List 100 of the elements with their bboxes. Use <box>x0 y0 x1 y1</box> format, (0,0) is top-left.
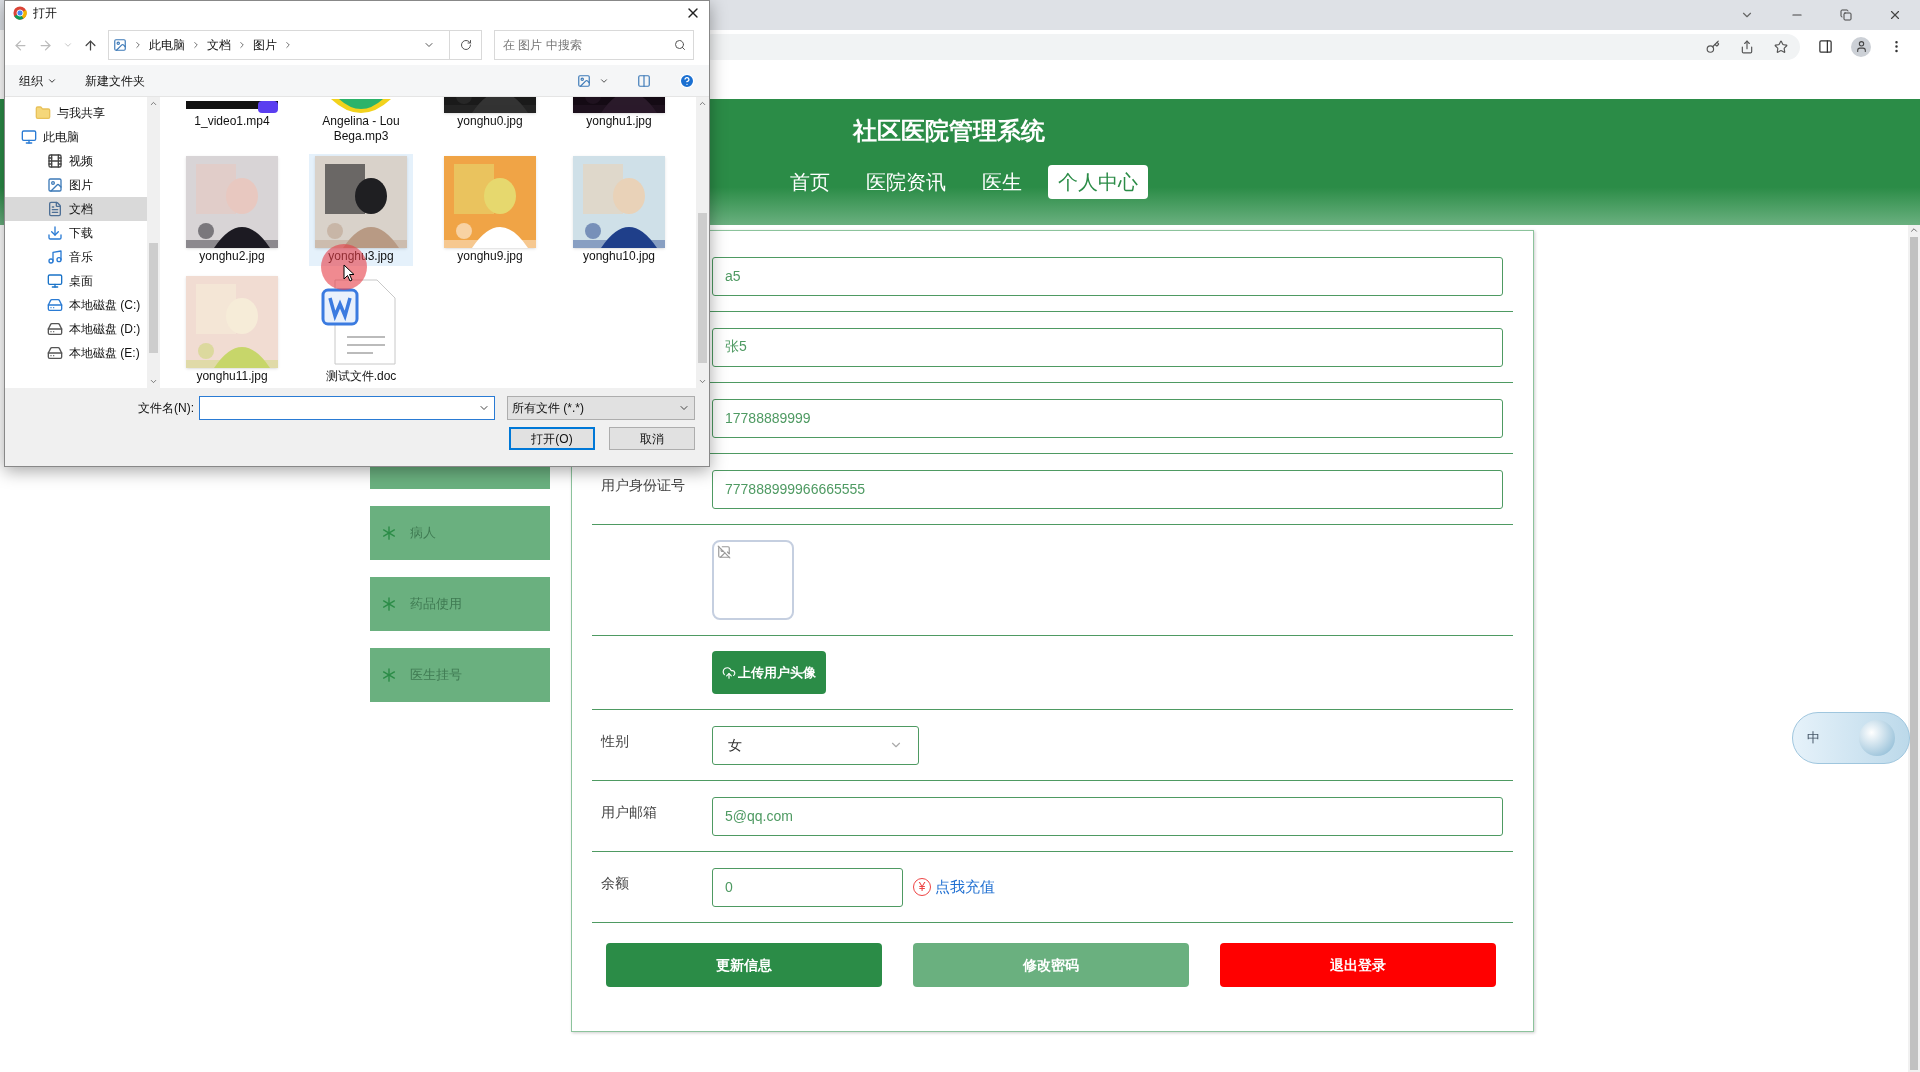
scrollbar[interactable] <box>147 97 160 388</box>
filename-label: 文件名(N): <box>138 400 194 417</box>
side-panel-icon[interactable] <box>1818 39 1833 54</box>
action-button[interactable]: 更新信息 <box>606 943 882 987</box>
image-icon <box>47 177 63 193</box>
file-name: 测试文件.doc <box>324 369 398 384</box>
breadcrumb[interactable]: 文档 <box>207 36 231 54</box>
nav-item[interactable]: 此电脑 <box>5 125 147 149</box>
file-item[interactable]: yonghu10.jpg <box>567 154 671 266</box>
nav-item[interactable]: 文档 <box>5 197 147 221</box>
chevron-icon <box>133 40 143 50</box>
user-icon <box>1854 40 1868 53</box>
desktop-icon <box>47 273 63 289</box>
film-icon <box>47 153 63 169</box>
nav-item[interactable]: 图片 <box>5 173 147 197</box>
ime-orb-icon <box>1859 720 1895 756</box>
file-item[interactable]: yonghu9.jpg <box>438 154 542 266</box>
scrollbar[interactable] <box>1908 225 1920 1072</box>
nav-item[interactable]: 视频 <box>5 149 147 173</box>
nav-item[interactable]: 本地磁盘 (C:) <box>5 293 147 317</box>
dialog-button[interactable]: 取消 <box>609 427 695 450</box>
profile-avatar[interactable] <box>1851 36 1871 57</box>
field-label: 余额 <box>601 875 629 891</box>
computer-icon <box>21 129 37 145</box>
breadcrumb[interactable]: 图片 <box>253 36 277 54</box>
nav-tab[interactable]: 医生 <box>972 165 1032 199</box>
file-item[interactable]: yonghu2.jpg <box>180 154 284 266</box>
cloud-upload-icon <box>722 665 736 680</box>
file-item[interactable]: 1_video1.mp4 <box>180 97 284 146</box>
file-item[interactable]: yonghu0.jpg <box>438 97 542 146</box>
nav-tab[interactable]: 医院资讯 <box>856 165 956 199</box>
file-name: yonghu0.jpg <box>456 114 524 129</box>
nav-tab[interactable]: 首页 <box>780 165 840 199</box>
folder-icon <box>35 105 51 121</box>
text-field[interactable]: 777888999966665555 <box>712 469 1503 509</box>
scroll-down-icon[interactable] <box>698 377 707 386</box>
recharge-link[interactable]: 点我充值 <box>935 875 995 899</box>
nav-item[interactable]: 与我共享 <box>5 101 147 125</box>
scrollbar[interactable] <box>696 97 709 388</box>
drive-icon <box>47 345 63 361</box>
cursor-icon <box>343 264 355 282</box>
file-item[interactable]: Angelina - Lou Bega.mp3 <box>309 97 413 146</box>
file-name: yonghu9.jpg <box>456 249 524 264</box>
file-name: 1_video1.mp4 <box>193 114 271 129</box>
file-type-select[interactable]: 所有文件 (*.*) <box>507 396 695 420</box>
file-item[interactable]: 测试文件.doc <box>309 274 413 386</box>
text-field[interactable]: 17788889999 <box>712 398 1503 438</box>
gender-select[interactable]: 女 <box>712 725 919 765</box>
download-icon <box>47 225 63 241</box>
nav-item[interactable]: 音乐 <box>5 245 147 269</box>
scroll-up-icon[interactable] <box>149 99 158 108</box>
snowflake-icon <box>382 526 396 540</box>
document-icon <box>47 201 63 217</box>
chevron-icon <box>283 40 293 50</box>
text-field[interactable]: a5 <box>712 256 1503 296</box>
file-name: yonghu1.jpg <box>585 114 653 129</box>
nav-item[interactable]: 桌面 <box>5 269 147 293</box>
address-bar[interactable]: 此电脑 文档 图片 <box>108 30 482 60</box>
file-item[interactable]: yonghu1.jpg <box>567 97 671 146</box>
back-icon[interactable] <box>13 37 28 53</box>
toolbar-button[interactable]: 组织 <box>19 71 57 90</box>
field-label: 用户邮箱 <box>601 804 657 820</box>
close-icon[interactable] <box>1888 8 1902 22</box>
view-icon[interactable] <box>577 73 591 88</box>
text-field[interactable]: 张5 <box>712 327 1503 367</box>
nav-item[interactable]: 本地磁盘 (D:) <box>5 317 147 341</box>
bookmark-icon[interactable] <box>1774 39 1788 54</box>
preview-pane-icon[interactable] <box>637 73 651 88</box>
refresh-icon[interactable] <box>459 39 472 51</box>
text-field[interactable]: 5@qq.com <box>712 796 1503 836</box>
key-icon[interactable] <box>1706 39 1720 54</box>
video-badge-icon <box>258 101 278 113</box>
site-title: 社区医院管理系统 <box>853 117 1045 144</box>
share-icon[interactable] <box>1740 39 1754 54</box>
nav-item[interactable]: 下载 <box>5 221 147 245</box>
app-logo-icon <box>13 6 27 20</box>
nav-tab[interactable]: 个人中心 <box>1048 165 1148 199</box>
scroll-up-icon[interactable] <box>698 99 707 108</box>
file-name: yonghu10.jpg <box>581 249 657 264</box>
drive-icon <box>47 321 63 337</box>
filename-field[interactable] <box>199 396 495 420</box>
breadcrumb[interactable]: 此电脑 <box>149 36 185 54</box>
action-button[interactable]: 退出登录 <box>1220 943 1496 987</box>
restore-icon[interactable] <box>1840 9 1852 21</box>
pictures-icon <box>113 38 127 52</box>
up-icon[interactable] <box>83 37 98 53</box>
file-item[interactable]: yonghu11.jpg <box>180 274 284 386</box>
help-icon[interactable] <box>679 72 695 89</box>
scroll-down-icon[interactable] <box>149 377 158 386</box>
upload-button[interactable]: 上传用户头像 <box>712 651 826 694</box>
ime-widget[interactable]: 中 <box>1792 712 1910 764</box>
forward-icon[interactable] <box>38 37 53 53</box>
nav-item[interactable]: 本地磁盘 (E:) <box>5 341 147 365</box>
dialog-title: 打开 <box>33 5 57 22</box>
search-field[interactable]: 在 图片 中搜索 <box>494 30 694 60</box>
dialog-button[interactable]: 打开(O) <box>509 427 595 450</box>
toolbar-button[interactable]: 新建文件夹 <box>85 71 145 90</box>
balance-field[interactable]: 0 <box>712 867 903 907</box>
scroll-up-icon[interactable] <box>1909 225 1919 235</box>
chevron-icon <box>237 40 247 50</box>
